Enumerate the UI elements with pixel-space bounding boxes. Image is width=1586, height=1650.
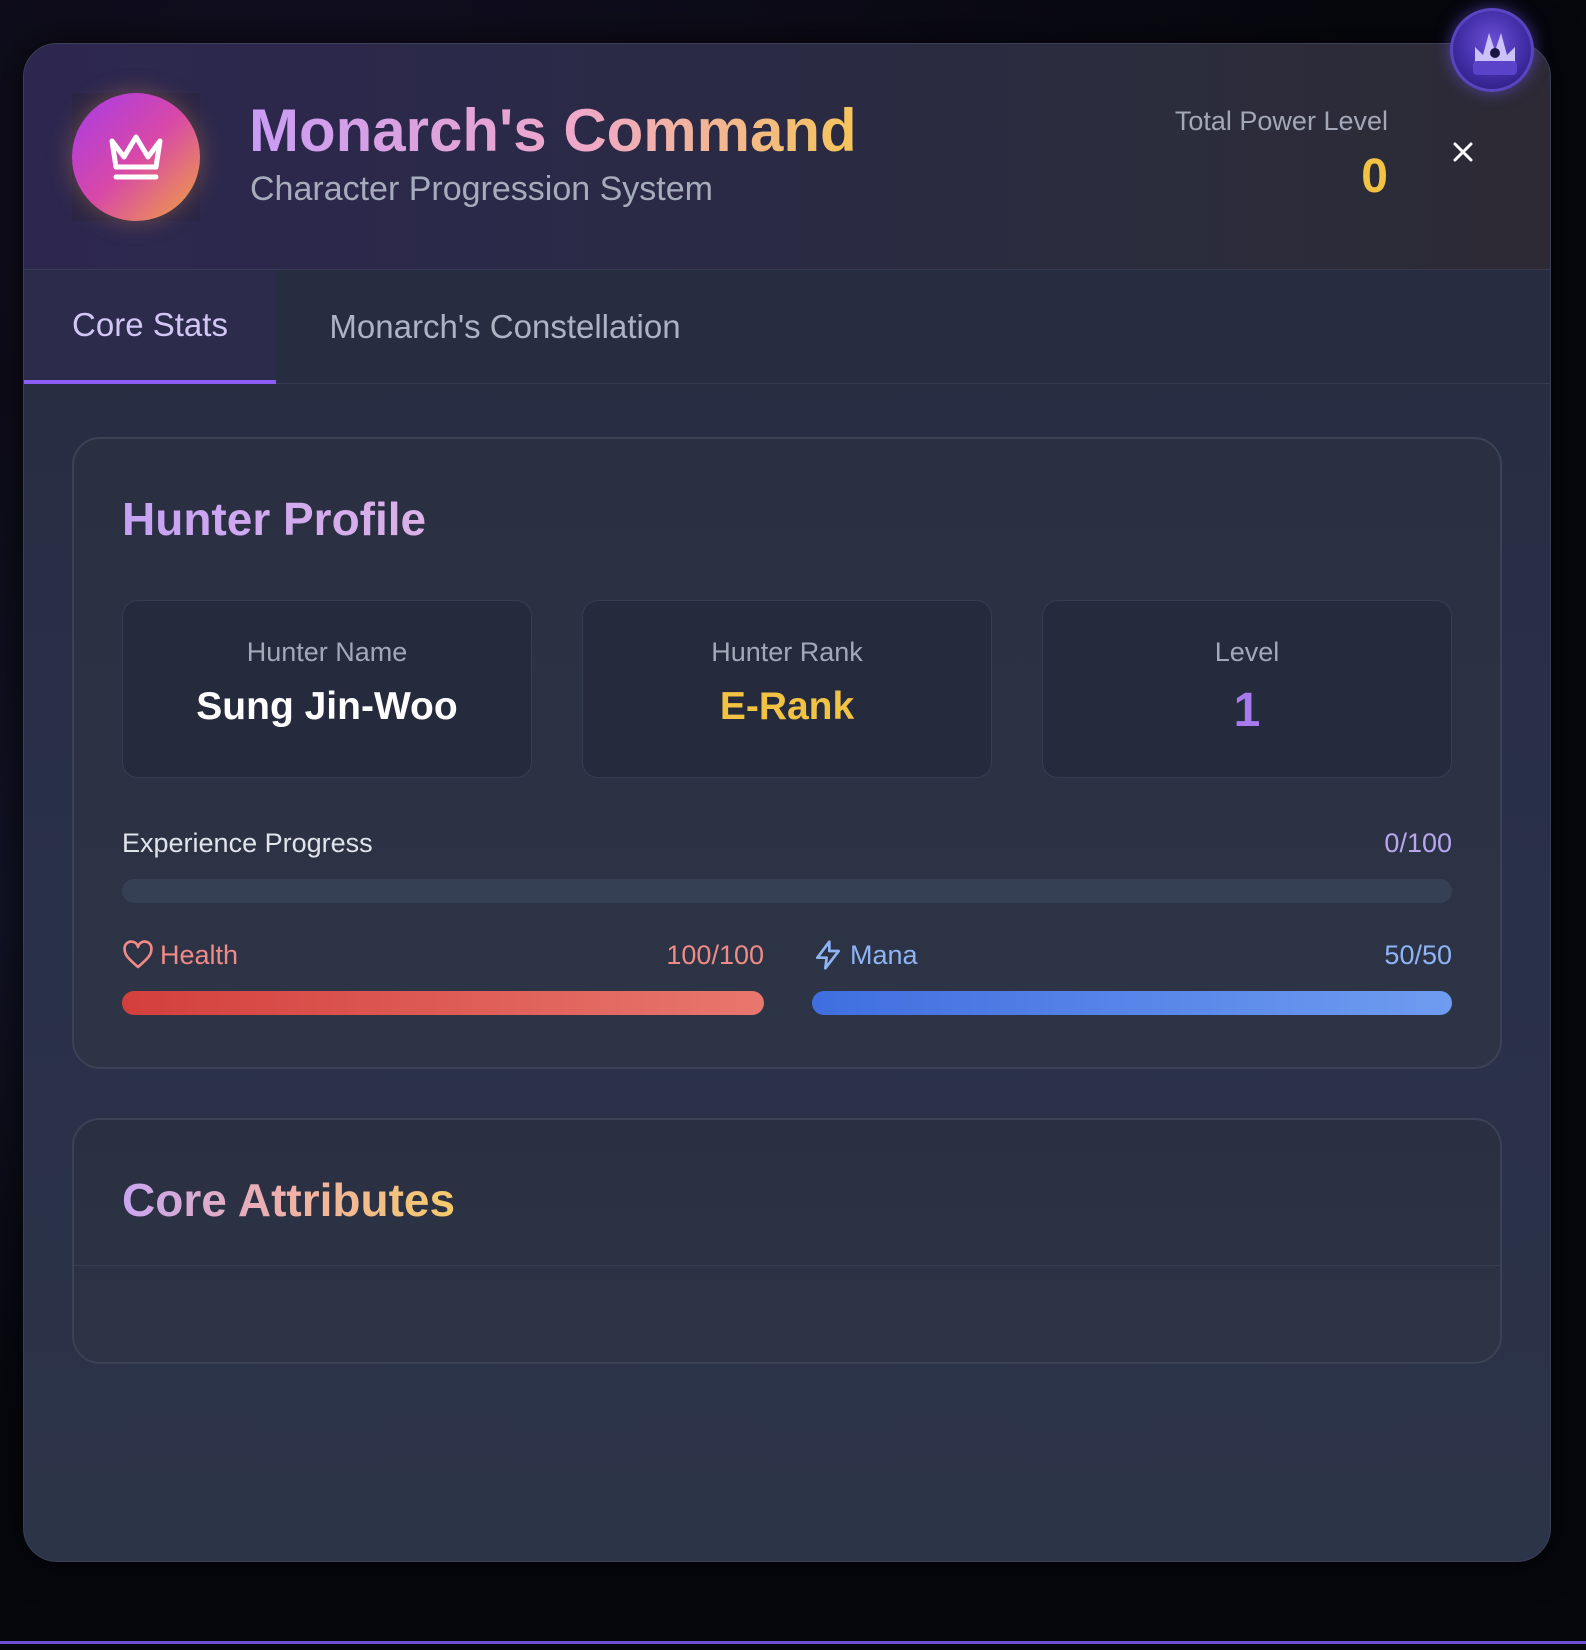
close-icon [1453,142,1473,162]
modal-header: Monarch's Command Character Progression … [24,44,1550,270]
tab-bar: Core Stats Monarch's Constellation [24,270,1550,384]
crown-icon [72,93,200,221]
mana-bar [812,991,1452,1015]
monarch-command-modal: Monarch's Command Character Progression … [23,43,1551,1562]
crown-avatar-icon [1473,33,1517,75]
mana-bar-fill [812,991,1452,1015]
page-title: Monarch's Command [249,97,857,164]
hunter-rank-value: E-Rank [719,685,855,728]
core-attributes-card: Core Attributes [72,1118,1502,1364]
experience-label: Experience Progress [122,828,373,858]
divider [74,1265,1500,1266]
hunter-rank-box: Hunter Rank E-Rank [582,600,992,778]
hunter-profile-title: Hunter Profile [122,493,427,545]
tab-core-stats[interactable]: Core Stats [24,270,276,384]
power-level-value: 0 [1361,150,1388,203]
health-bar [122,991,764,1015]
health-bar-fill [122,991,764,1015]
experience-value: 0/100 [1384,828,1452,858]
mana-value: 50/50 [1384,940,1452,970]
tab-monarchs-constellation[interactable]: Monarch's Constellation [276,270,734,384]
experience-bar [122,879,1452,903]
hunter-name-value: Sung Jin-Woo [196,685,458,728]
hunter-rank-label: Hunter Rank [711,637,863,667]
core-attributes-title: Core Attributes [122,1174,456,1226]
close-button[interactable] [1448,137,1478,167]
hunter-name-label: Hunter Name [246,637,408,667]
page-subtitle: Character Progression System [250,170,713,208]
logo-container [72,93,200,221]
avatar[interactable] [1450,8,1534,92]
level-box: Level 1 [1042,600,1452,778]
hunter-profile-card: Hunter Profile Hunter Name Sung Jin-Woo … [72,437,1502,1069]
health-value: 100/100 [666,940,764,970]
power-level-label: Total Power Level [1174,106,1388,136]
bottom-accent-line [0,1641,1586,1644]
hunter-name-box: Hunter Name Sung Jin-Woo [122,600,532,778]
level-value: 1 [1233,684,1261,737]
level-label: Level [1214,637,1280,667]
